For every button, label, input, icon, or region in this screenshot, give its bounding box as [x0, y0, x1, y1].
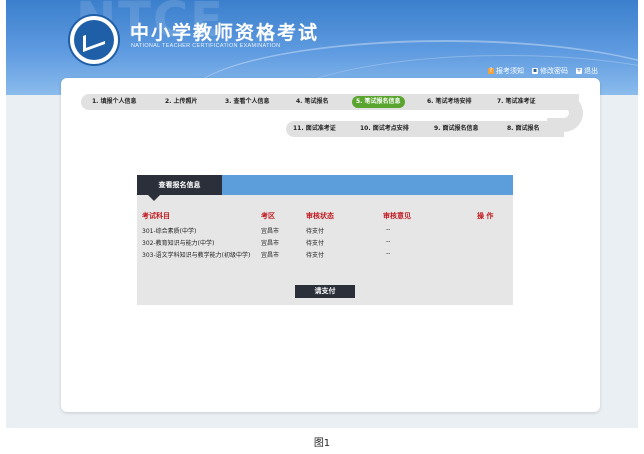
- link-exam-notice-label: 报考须知: [496, 67, 524, 75]
- site-subtitle: NATIONAL TEACHER CERTIFICATION EXAMINATI…: [131, 43, 281, 49]
- link-change-password-label: 修改密码: [540, 67, 568, 75]
- site-title: 中小学教师资格考试: [130, 22, 320, 44]
- col-header-opinion: 审核意见: [383, 212, 411, 220]
- row3-opinion: --: [386, 250, 391, 257]
- row3-status: 待支付: [306, 252, 325, 259]
- row2-opinion: --: [386, 238, 391, 245]
- step-8[interactable]: 8. 面试报名: [507, 121, 540, 137]
- link-logout-label: 退出: [584, 67, 598, 75]
- registration-info-panel: 查看报名信息 考试科目 考区 审核状态 审核意见 操 作 301-综合素质(中学…: [137, 175, 513, 305]
- step-5-active[interactable]: 5. 笔试报名信息: [352, 96, 405, 108]
- exit-icon: +: [576, 67, 582, 74]
- link-change-password[interactable]: ▪ 修改密码: [532, 66, 568, 76]
- row1-status: 待支付: [306, 228, 325, 235]
- row3-subject: 303-语文学科知识与教学能力(初级中学): [142, 252, 251, 259]
- panel-title: 查看报名信息: [137, 175, 222, 195]
- question-icon: ?: [488, 67, 494, 74]
- step-9[interactable]: 9. 面试报名信息: [434, 121, 479, 137]
- step-1[interactable]: 1. 填报个人信息: [92, 94, 137, 110]
- step-4[interactable]: 4. 笔试报名: [296, 94, 329, 110]
- step-2[interactable]: 2. 上传照片: [165, 94, 198, 110]
- row1-region: 宜昌市: [261, 228, 280, 235]
- panel-tab-arrow: [148, 195, 160, 201]
- row2-subject: 302-教育知识与能力(中学): [142, 240, 215, 247]
- row2-status: 待支付: [306, 240, 325, 247]
- app-frame: NTCE 中小学教师资格考试 NATIONAL TEACHER CERTIFIC…: [6, 0, 638, 428]
- step-3[interactable]: 3. 查看个人信息: [225, 94, 270, 110]
- row3-region: 宜昌市: [261, 252, 280, 259]
- col-header-region: 考区: [261, 212, 275, 220]
- step-7[interactable]: 7. 笔试准考证: [497, 94, 536, 110]
- password-icon: ▪: [532, 67, 538, 74]
- site-logo-icon: [68, 14, 120, 66]
- content-card: 1. 填报个人信息 2. 上传照片 3. 查看个人信息 4. 笔试报名 5. 笔…: [61, 78, 600, 412]
- row1-subject: 301-综合素质(中学): [142, 228, 197, 235]
- row1-opinion: --: [386, 226, 391, 233]
- pay-button[interactable]: 请支付: [295, 285, 355, 298]
- step-6[interactable]: 6. 笔试考场安排: [427, 94, 472, 110]
- col-header-action: 操 作: [477, 212, 494, 220]
- link-exam-notice[interactable]: ? 报考须知: [488, 66, 524, 76]
- step-11[interactable]: 11. 面试准考证: [293, 121, 336, 137]
- row2-region: 宜昌市: [261, 240, 280, 247]
- step-10[interactable]: 10. 面试考点安排: [360, 121, 409, 137]
- col-header-status: 审核状态: [306, 212, 334, 220]
- top-links: ? 报考须知 ▪ 修改密码 + 退出: [488, 66, 598, 76]
- col-header-subject: 考试科目: [142, 212, 170, 220]
- figure-caption: 图1: [313, 438, 331, 449]
- link-logout[interactable]: + 退出: [576, 66, 598, 76]
